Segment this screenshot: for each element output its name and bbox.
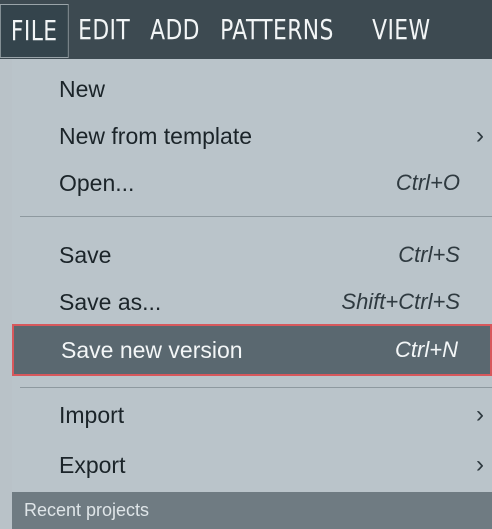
menu-item-label: Import bbox=[59, 401, 125, 428]
menu-add[interactable]: ADD bbox=[140, 0, 210, 59]
menu-item-export[interactable]: Export › bbox=[12, 441, 492, 489]
menu-item-shortcut: Shift+Ctrl+S bbox=[341, 289, 460, 314]
menu-file[interactable]: FILE bbox=[0, 3, 69, 58]
menu-item-label: Export bbox=[59, 451, 126, 478]
menu-item-shortcut: Ctrl+O bbox=[395, 170, 460, 195]
menu-item-shortcut: Ctrl+S bbox=[398, 242, 460, 267]
menu-separator bbox=[20, 216, 492, 217]
menu-patterns[interactable]: PATTERNS bbox=[210, 0, 344, 59]
recent-projects-header: Recent projects bbox=[12, 492, 492, 529]
chevron-right-icon: › bbox=[476, 122, 484, 149]
menu-item-import[interactable]: Import › bbox=[12, 391, 492, 439]
menu-item-save-as[interactable]: Save as... Shift+Ctrl+S bbox=[12, 278, 492, 326]
menu-item-label: New bbox=[59, 75, 106, 102]
menu-item-label: Save new version bbox=[61, 336, 243, 363]
chevron-right-icon: › bbox=[476, 451, 484, 478]
menu-bar: FILE EDIT ADD PATTERNS VIEW bbox=[0, 0, 492, 59]
menu-item-new-from-template[interactable]: New from template › bbox=[12, 112, 492, 160]
menu-edit[interactable]: EDIT bbox=[68, 0, 140, 59]
menu-item-save-new-version[interactable]: Save new version Ctrl+N bbox=[12, 324, 492, 376]
menu-view[interactable]: VIEW bbox=[362, 0, 441, 59]
menu-item-label: Save bbox=[59, 241, 112, 268]
menu-item-label: New from template bbox=[59, 122, 253, 149]
menu-item-save[interactable]: Save Ctrl+S bbox=[12, 231, 492, 279]
menu-item-shortcut: Ctrl+N bbox=[395, 337, 458, 362]
file-menu-dropdown: New New from template › Open... Ctrl+O S… bbox=[12, 59, 492, 529]
menu-item-label: Open... bbox=[59, 169, 135, 196]
chevron-right-icon: › bbox=[476, 401, 484, 428]
menu-item-new[interactable]: New bbox=[12, 65, 492, 113]
menu-separator bbox=[20, 387, 492, 388]
menu-item-open[interactable]: Open... Ctrl+O bbox=[12, 159, 492, 207]
menu-item-label: Save as... bbox=[59, 288, 162, 315]
recent-projects-label: Recent projects bbox=[24, 500, 150, 520]
